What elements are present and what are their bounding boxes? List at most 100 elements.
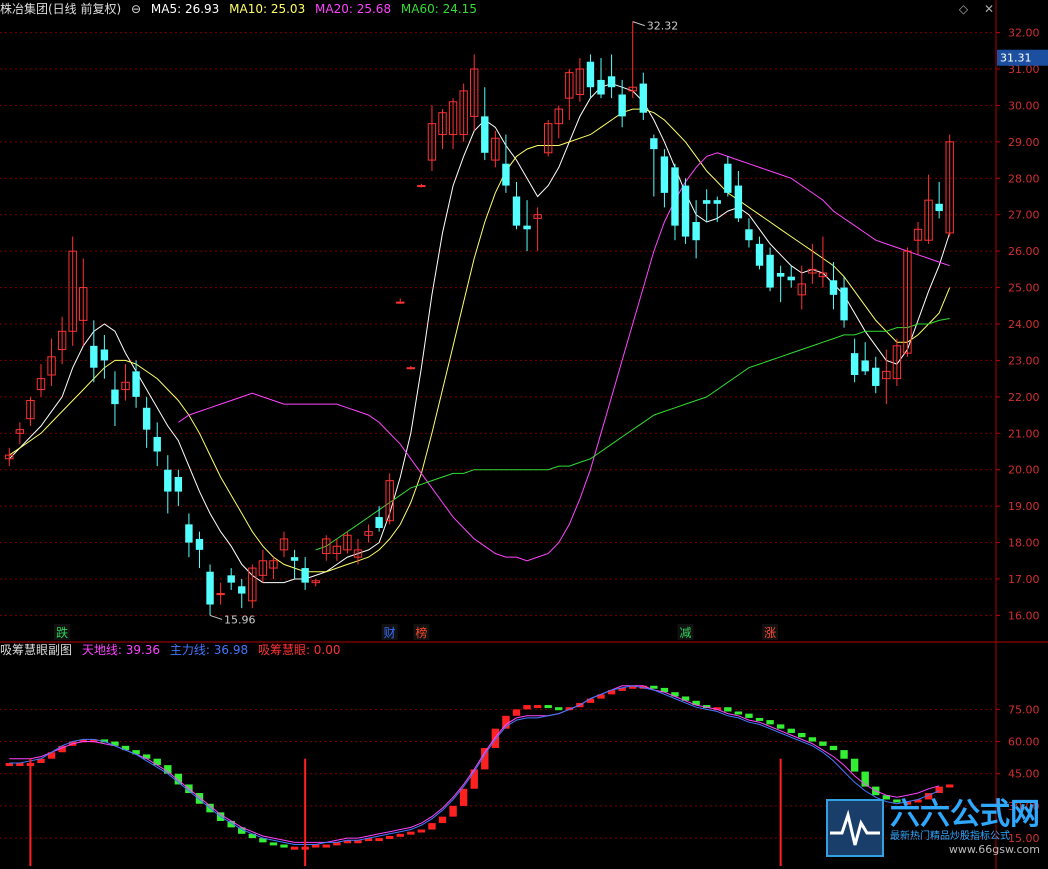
candle-body bbox=[671, 167, 679, 226]
event-marker-2: 榜 bbox=[415, 625, 427, 640]
candle-body bbox=[607, 76, 616, 88]
y-tick-label: 75.00 bbox=[1008, 703, 1040, 716]
indicator-bar bbox=[375, 838, 383, 842]
indicator-bar bbox=[586, 698, 595, 703]
watermark-title: 六六公式网 bbox=[890, 797, 1040, 832]
candle-body bbox=[153, 436, 161, 452]
candle-body bbox=[692, 222, 700, 241]
candle-body bbox=[861, 360, 869, 372]
candle-body bbox=[132, 371, 140, 397]
candle-body bbox=[406, 367, 416, 370]
stock-chart[interactable]: 16.00 17.00 18.00 19.00 20.00 21.00 22.00 23.00… bbox=[0, 0, 1048, 869]
tiandi-line bbox=[9, 685, 940, 843]
y-tick-label: 45.00 bbox=[1008, 768, 1040, 781]
y-tick-label: 28.00 bbox=[1008, 172, 1040, 185]
y-tick-label: 20.00 bbox=[1008, 464, 1040, 477]
candle-body bbox=[502, 163, 510, 186]
indicator-bar bbox=[280, 844, 288, 848]
series-line-ma20 bbox=[178, 152, 950, 562]
y-tick-label: 32.00 bbox=[1008, 27, 1040, 40]
indicator-bar bbox=[555, 707, 563, 711]
y-tick-label: 24.00 bbox=[1008, 318, 1040, 331]
indicator-bar bbox=[449, 805, 457, 817]
indicator-bar bbox=[787, 728, 795, 733]
candle-body bbox=[142, 407, 151, 430]
indicator-bar bbox=[819, 741, 827, 746]
indicator-bar bbox=[428, 823, 436, 830]
indicator-bar bbox=[533, 705, 542, 709]
indicator-bar bbox=[407, 831, 415, 835]
y-tick-label: 27.00 bbox=[1008, 209, 1040, 222]
candle-body bbox=[618, 94, 626, 117]
y-tick-label: 17.00 bbox=[1008, 573, 1040, 586]
candle-body bbox=[724, 163, 732, 193]
indicator-bar bbox=[290, 846, 299, 850]
indicator-bar bbox=[829, 745, 838, 751]
candle-body bbox=[650, 138, 658, 150]
candle-body bbox=[734, 185, 743, 219]
low-pointer bbox=[209, 614, 223, 620]
indicator-bar bbox=[724, 707, 732, 712]
indicator-bar bbox=[734, 711, 743, 715]
candle-body bbox=[639, 83, 647, 113]
candle-body bbox=[840, 287, 848, 321]
indicator-bar bbox=[650, 685, 658, 689]
indicator-bar bbox=[269, 842, 278, 846]
indicator-bar bbox=[840, 750, 848, 759]
watermark-url: www.66gsw.com bbox=[948, 843, 1040, 856]
y-tick-label: 26.00 bbox=[1008, 245, 1040, 258]
y-tick-label: 25.00 bbox=[1008, 282, 1040, 295]
candle-body bbox=[745, 229, 753, 241]
candle-body bbox=[174, 477, 183, 492]
y-tick-label: 21.00 bbox=[1008, 427, 1040, 440]
candle-body bbox=[290, 557, 299, 561]
candle-body bbox=[776, 273, 785, 277]
event-marker-3: 减 bbox=[680, 626, 692, 640]
indicator-bar bbox=[512, 709, 521, 716]
indicator-bar bbox=[385, 835, 394, 839]
low-label: 15.96 bbox=[224, 613, 256, 626]
candle-body bbox=[227, 575, 235, 583]
candle-body bbox=[512, 196, 521, 226]
candle-body bbox=[481, 116, 489, 153]
candle-body bbox=[111, 389, 119, 405]
candle-body bbox=[586, 61, 595, 88]
high-label: 32.32 bbox=[647, 20, 679, 33]
candle-body bbox=[702, 200, 711, 204]
indicator-bar bbox=[544, 705, 552, 709]
indicator-bar bbox=[491, 728, 500, 748]
zhuli-line bbox=[9, 685, 940, 845]
candle-body bbox=[872, 367, 880, 386]
candle-body bbox=[660, 156, 669, 193]
indicator-bar bbox=[153, 758, 161, 766]
candle-body bbox=[850, 353, 859, 375]
event-marker-1: 财 bbox=[384, 626, 396, 640]
event-marker-0: 跌 bbox=[56, 625, 68, 640]
indicator-bar bbox=[850, 758, 859, 772]
candle-body bbox=[755, 243, 764, 266]
candle-body bbox=[935, 203, 943, 212]
candle-body bbox=[90, 345, 98, 368]
candle-body bbox=[185, 524, 193, 543]
indicator-bar bbox=[776, 724, 785, 729]
indicator-bar bbox=[396, 833, 404, 837]
candle-body bbox=[766, 254, 774, 288]
y-tick-label: 30.00 bbox=[1008, 99, 1040, 112]
series-line-ma5 bbox=[8, 83, 951, 584]
candle-body bbox=[100, 349, 109, 361]
candle-body bbox=[238, 586, 246, 594]
indicator-bar bbox=[322, 844, 330, 848]
candle-body bbox=[523, 225, 531, 230]
indicator-bar bbox=[755, 717, 764, 721]
event-marker-4: 涨 bbox=[764, 625, 776, 640]
candle-body bbox=[597, 79, 605, 95]
candle-body bbox=[301, 568, 309, 583]
indicator-bar bbox=[745, 713, 753, 718]
indicator-bar bbox=[798, 732, 806, 738]
candle-body bbox=[681, 185, 690, 237]
indicator-bar bbox=[417, 829, 426, 833]
y-tick-label: 22.00 bbox=[1008, 391, 1040, 404]
candle-body bbox=[829, 280, 838, 295]
site-logo-icon bbox=[826, 799, 884, 857]
indicator-bar bbox=[438, 816, 447, 824]
